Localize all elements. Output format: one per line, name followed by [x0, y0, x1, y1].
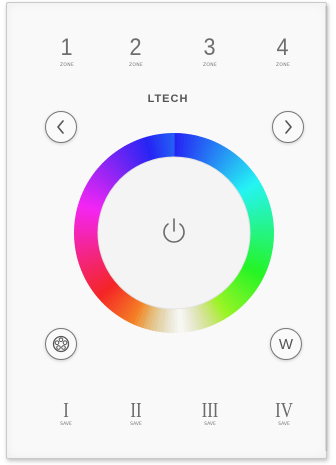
zone-label: ZONE — [202, 63, 218, 68]
save-label: SAVE — [204, 422, 216, 427]
save-label: SAVE — [130, 422, 142, 427]
save-4-button[interactable]: IV SAVE — [264, 399, 304, 427]
zone-label: ZONE — [128, 63, 144, 68]
save-number: I — [63, 398, 69, 422]
zone-number: 4 — [276, 34, 290, 61]
save-number: III — [201, 398, 219, 422]
save-1-button[interactable]: I SAVE — [46, 399, 86, 427]
save-2-button[interactable]: II SAVE — [116, 399, 156, 427]
zone-4-button[interactable]: 4 ZONE — [263, 36, 303, 69]
zone-label: ZONE — [275, 63, 291, 68]
panel-shadow — [325, 6, 329, 451]
white-button[interactable]: W — [270, 328, 302, 360]
save-3-button[interactable]: III SAVE — [190, 399, 230, 427]
chevron-left-icon — [57, 120, 64, 134]
zone-3-button[interactable]: 3 ZONE — [190, 36, 230, 69]
zone-number: 3 — [203, 34, 217, 61]
zone-label: ZONE — [59, 63, 75, 68]
power-icon[interactable] — [157, 214, 191, 248]
save-number: II — [130, 398, 142, 422]
zone-1-button[interactable]: 1 ZONE — [47, 36, 87, 69]
mode-button[interactable] — [45, 328, 77, 360]
zone-number: 2 — [129, 34, 143, 61]
film-reel-icon — [52, 335, 70, 353]
brand-logo: LTECH — [147, 93, 189, 105]
chevron-right-icon — [285, 120, 292, 134]
save-number: IV — [275, 398, 293, 422]
zone-2-button[interactable]: 2 ZONE — [116, 36, 156, 69]
save-label: SAVE — [60, 422, 72, 427]
white-button-label: W — [278, 335, 294, 353]
save-label: SAVE — [278, 422, 290, 427]
zone-number: 1 — [60, 34, 74, 61]
